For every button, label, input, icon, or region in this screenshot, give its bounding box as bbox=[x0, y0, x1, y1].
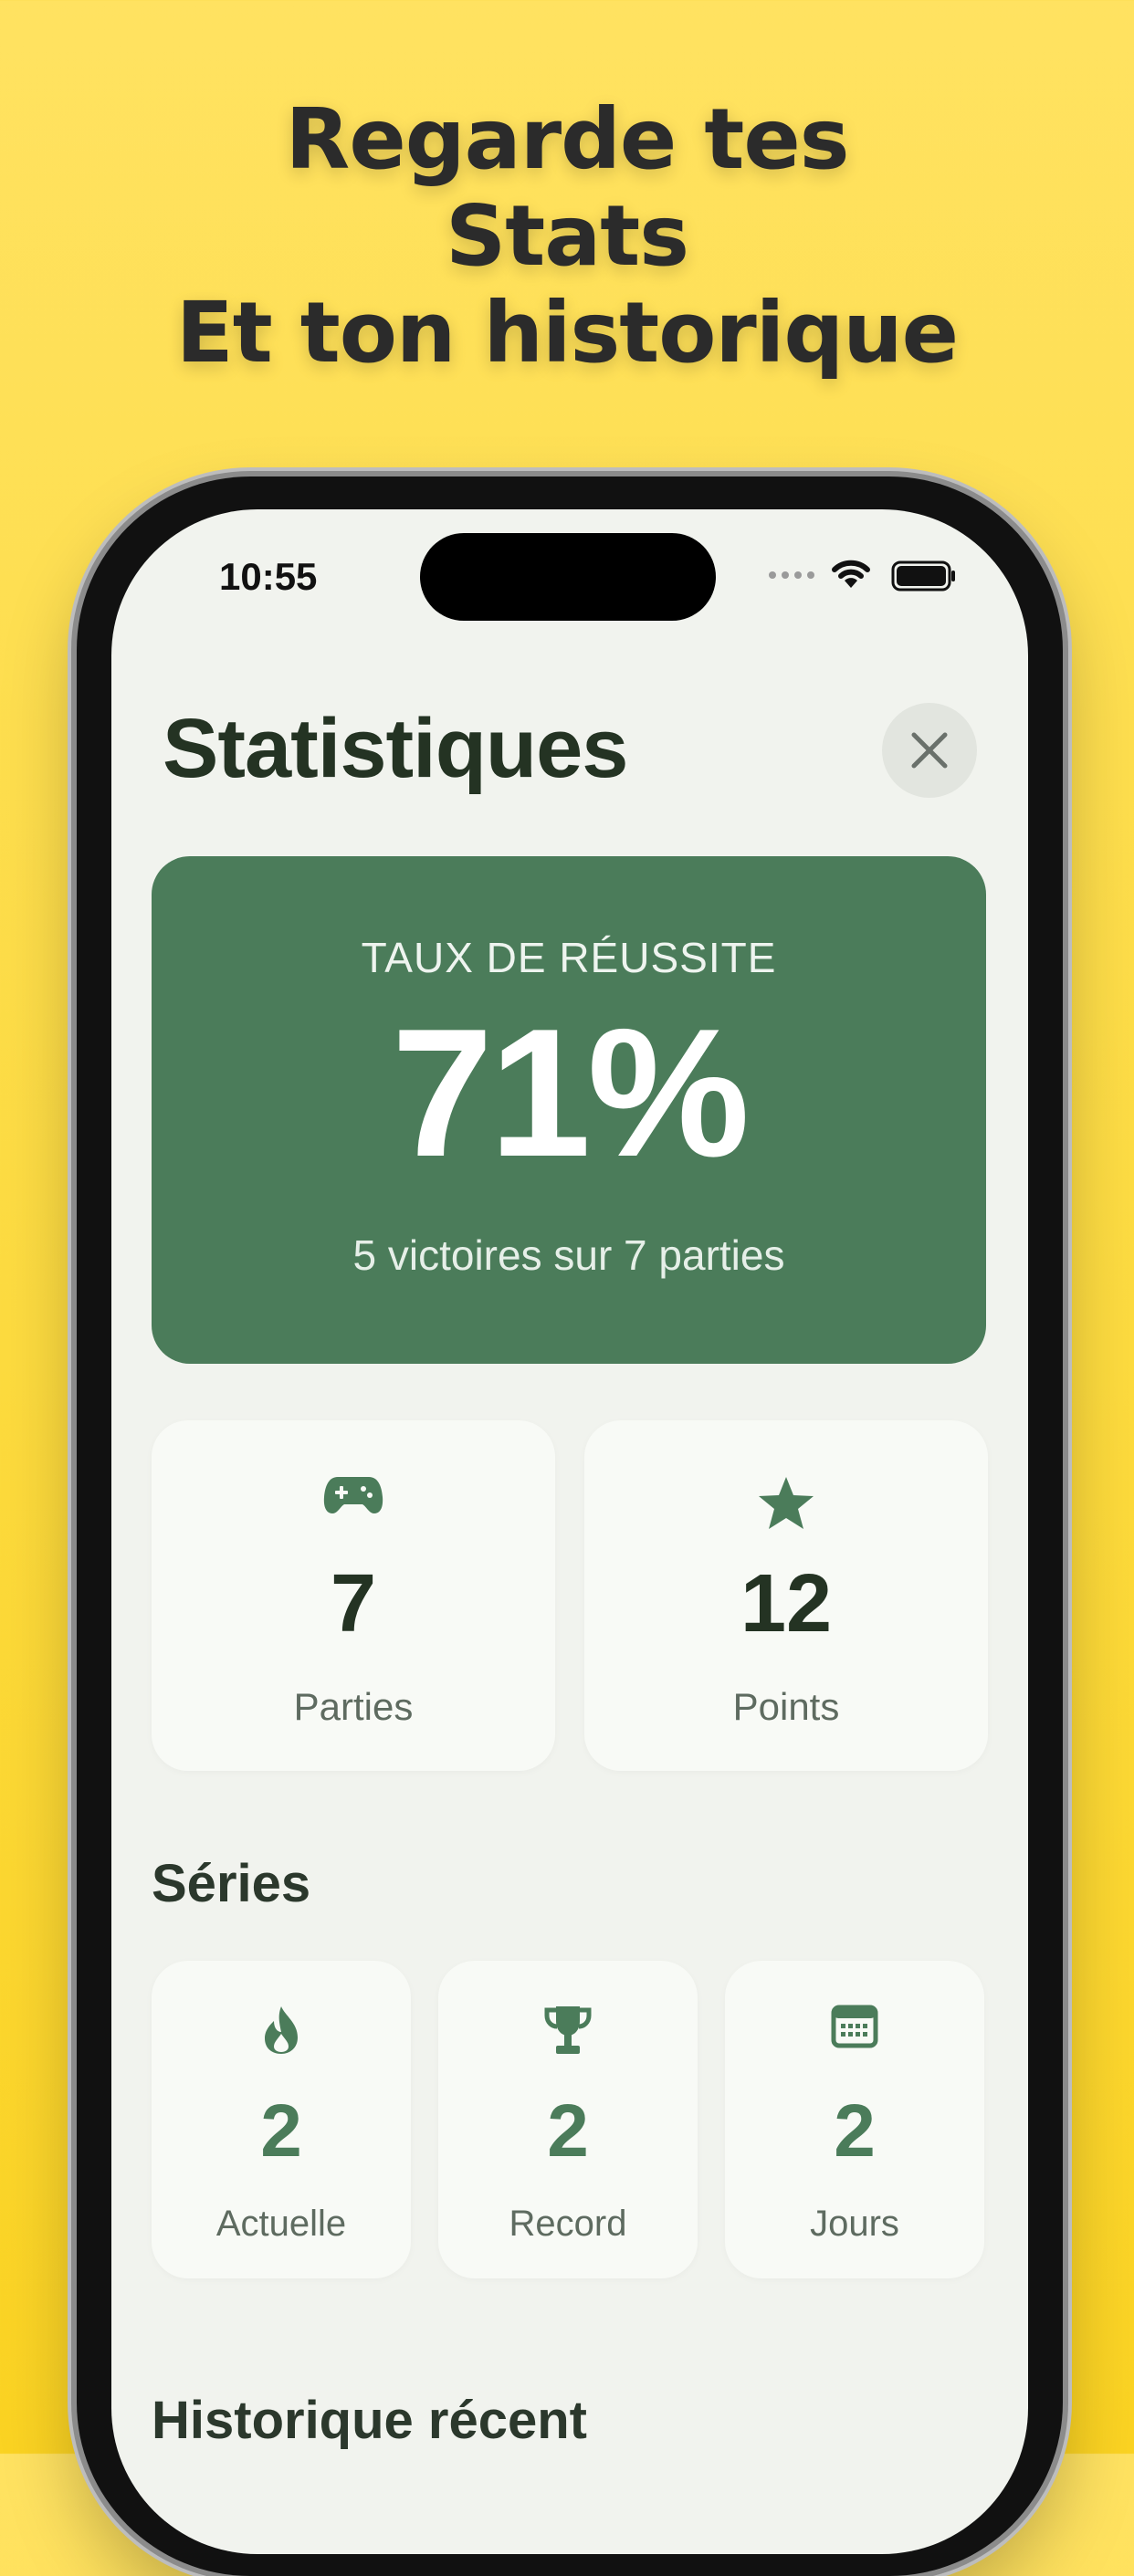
close-icon bbox=[911, 732, 948, 769]
streak-record-label: Record bbox=[509, 2204, 627, 2244]
battery-icon bbox=[891, 560, 955, 592]
streak-current-card: 2 Actuelle bbox=[152, 1961, 411, 2278]
wifi-icon bbox=[832, 560, 870, 588]
streak-current-label: Actuelle bbox=[215, 2204, 347, 2244]
success-rate-subtitle: 5 victoires sur 7 parties bbox=[352, 1231, 785, 1279]
streak-days-value: 2 bbox=[834, 2089, 876, 2173]
streak-record-card: 2 Record bbox=[438, 1961, 698, 2278]
points-count: 12 bbox=[740, 1558, 833, 1649]
status-time: 10:55 bbox=[219, 555, 318, 598]
points-card: 12 Points bbox=[584, 1420, 988, 1771]
page-title: Statistiques bbox=[163, 702, 628, 795]
trophy-icon bbox=[544, 2006, 592, 2054]
streak-record-value: 2 bbox=[547, 2089, 589, 2173]
headline-line-3: Et ton historique bbox=[175, 284, 959, 382]
promo-headline: Regarde tes Stats Et ton historique bbox=[0, 91, 1134, 382]
history-section-title: Historique récent bbox=[152, 2391, 587, 2450]
streak-current-value: 2 bbox=[260, 2089, 302, 2173]
calendar-icon bbox=[831, 2005, 878, 2048]
streak-days-label: Jours bbox=[810, 2204, 899, 2244]
gamepad-icon bbox=[323, 1477, 383, 1513]
streaks-section-title: Séries bbox=[152, 1854, 311, 1913]
games-count: 7 bbox=[330, 1558, 377, 1649]
app-screen: 10:55 Statistiques TAUX DE RÉUSSITE 71% … bbox=[111, 509, 1028, 2554]
close-button[interactable] bbox=[882, 703, 977, 798]
headline-line-2: Stats bbox=[445, 187, 689, 285]
games-label: Parties bbox=[293, 1685, 414, 1728]
success-rate-label: TAUX DE RÉUSSITE bbox=[361, 934, 777, 981]
streak-days-card: 2 Jours bbox=[725, 1961, 984, 2278]
signal-dots-icon bbox=[769, 571, 814, 579]
success-rate-card: TAUX DE RÉUSSITE 71% 5 victoires sur 7 p… bbox=[152, 856, 986, 1364]
star-icon bbox=[759, 1477, 814, 1529]
points-label: Points bbox=[732, 1685, 840, 1728]
games-card: 7 Parties bbox=[152, 1420, 555, 1771]
dynamic-island bbox=[420, 533, 716, 621]
status-icons bbox=[769, 555, 970, 595]
success-rate-value: 71% bbox=[391, 991, 750, 1195]
flame-icon bbox=[265, 2006, 298, 2054]
headline-line-1: Regarde tes bbox=[285, 90, 850, 188]
